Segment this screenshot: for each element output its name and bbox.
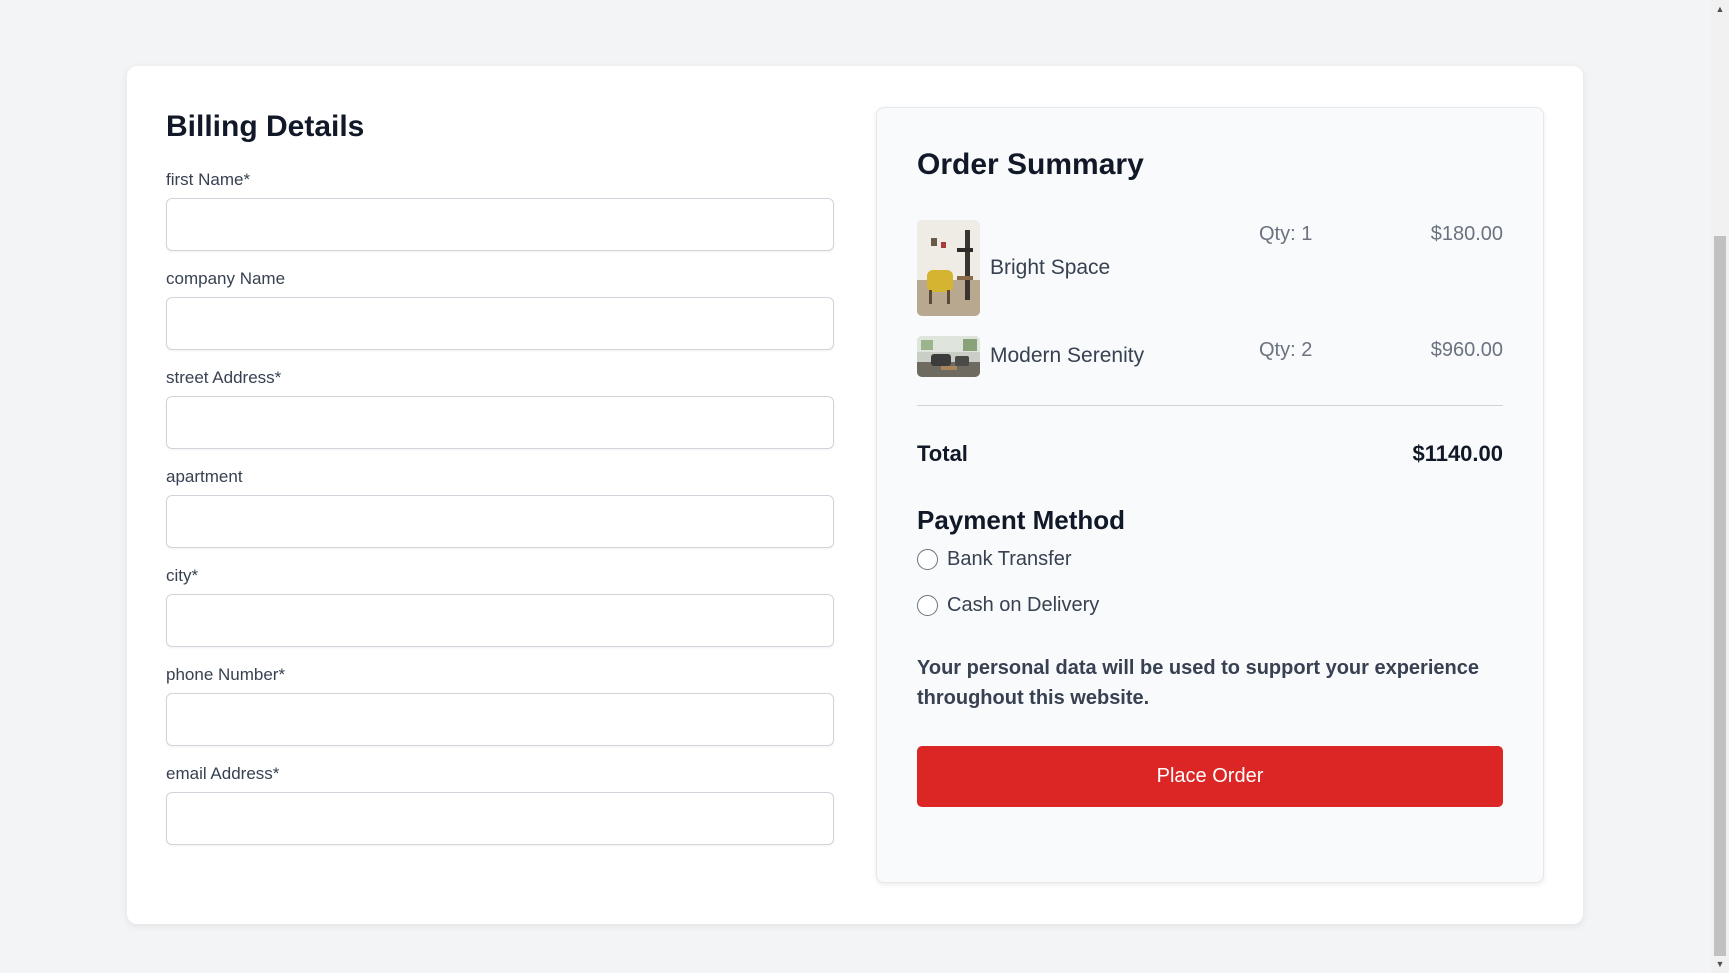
total-label: Total	[917, 441, 968, 466]
payment-option-bank-transfer[interactable]: Bank Transfer	[917, 548, 1072, 571]
item-price: $960.00	[1430, 339, 1503, 361]
scroll-down-arrow-icon[interactable]: ▼	[1711, 955, 1729, 973]
first-name-field: first Name*	[166, 170, 834, 251]
billing-title: Billing Details	[166, 110, 365, 143]
privacy-notice: Your personal data will be used to suppo…	[917, 657, 1479, 709]
email-address-label: email Address*	[166, 764, 280, 783]
total-value: $1140.00	[1412, 441, 1503, 466]
item-qty: Qty: 1	[1259, 223, 1313, 245]
first-name-input[interactable]	[166, 198, 834, 251]
company-name-input[interactable]	[166, 297, 834, 350]
billing-form: Billing Details first Name* company Name…	[166, 106, 834, 863]
vertical-scrollbar[interactable]: ▲ ▼	[1711, 0, 1729, 973]
company-name-label: company Name	[166, 269, 286, 288]
summary-divider	[917, 405, 1503, 406]
first-name-label: first Name*	[166, 170, 251, 189]
street-address-field: street Address*	[166, 368, 834, 449]
order-item: Modern Serenity Qty: 2 $960.00	[917, 336, 1503, 377]
email-address-input[interactable]	[166, 792, 834, 845]
city-input[interactable]	[166, 594, 834, 647]
phone-number-field: phone Number*	[166, 665, 834, 746]
order-item: Bright Space Qty: 1 $180.00	[917, 220, 1503, 316]
city-label: city*	[166, 566, 199, 585]
phone-number-input[interactable]	[166, 693, 834, 746]
item-name: Bright Space	[990, 256, 1111, 279]
place-order-button[interactable]: Place Order	[917, 746, 1503, 807]
item-name: Modern Serenity	[990, 344, 1145, 367]
bright-space-thumbnail	[917, 220, 980, 316]
order-summary-panel: Order Summary Bright Space Qty: 1 $180.0…	[876, 107, 1544, 883]
scroll-up-arrow-icon[interactable]: ▲	[1711, 0, 1729, 18]
item-price: $180.00	[1430, 223, 1503, 245]
apartment-label: apartment	[166, 467, 243, 486]
phone-number-label: phone Number*	[166, 665, 286, 684]
cash-on-delivery-label[interactable]: Cash on Delivery	[947, 594, 1099, 617]
checkout-card: Billing Details first Name* company Name…	[127, 66, 1583, 924]
payment-method-title: Payment Method	[917, 505, 1126, 535]
apartment-field: apartment	[166, 467, 834, 548]
checkout-page: Billing Details first Name* company Name…	[0, 0, 1729, 973]
company-name-field: company Name	[166, 269, 834, 350]
modern-serenity-thumbnail	[917, 336, 980, 377]
street-address-input[interactable]	[166, 396, 834, 449]
bank-transfer-radio[interactable]	[917, 549, 938, 570]
street-address-label: street Address*	[166, 368, 282, 387]
scrollbar-thumb[interactable]	[1714, 236, 1726, 956]
email-address-field: email Address*	[166, 764, 834, 845]
payment-option-cash-on-delivery[interactable]: Cash on Delivery	[917, 594, 1099, 617]
city-field: city*	[166, 566, 834, 647]
order-summary-title: Order Summary	[917, 148, 1144, 181]
bank-transfer-label[interactable]: Bank Transfer	[947, 548, 1072, 571]
apartment-input[interactable]	[166, 495, 834, 548]
cash-on-delivery-radio[interactable]	[917, 595, 938, 616]
item-qty: Qty: 2	[1259, 339, 1313, 361]
